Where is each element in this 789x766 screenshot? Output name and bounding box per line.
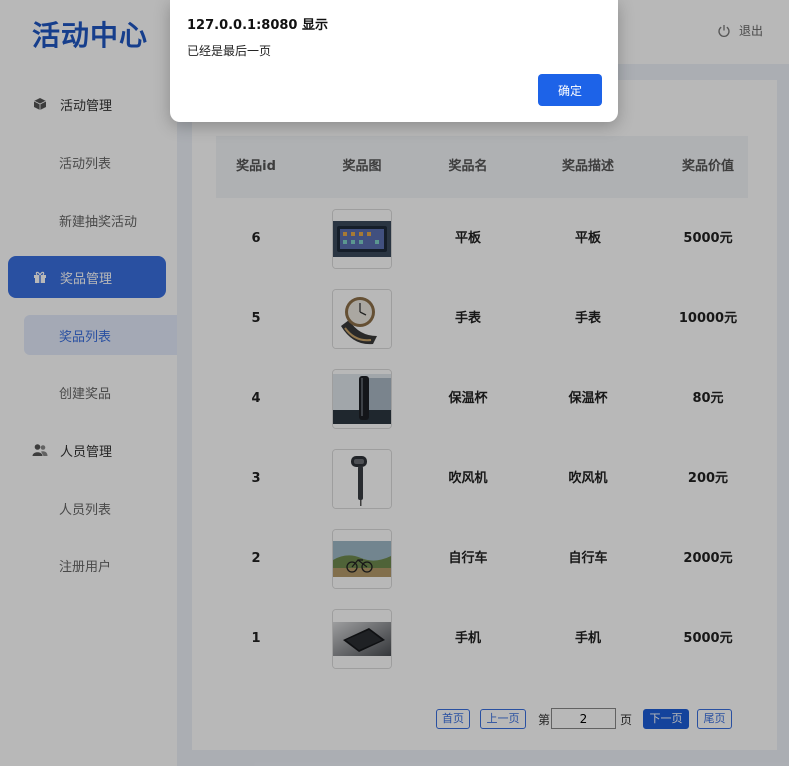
alert-title: 127.0.0.1:8080 显示: [187, 18, 328, 33]
alert-ok-button[interactable]: 确定: [538, 74, 602, 106]
alert-message: 已经是最后一页: [187, 44, 272, 58]
alert-dialog: 127.0.0.1:8080 显示 已经是最后一页 确定: [170, 0, 618, 122]
